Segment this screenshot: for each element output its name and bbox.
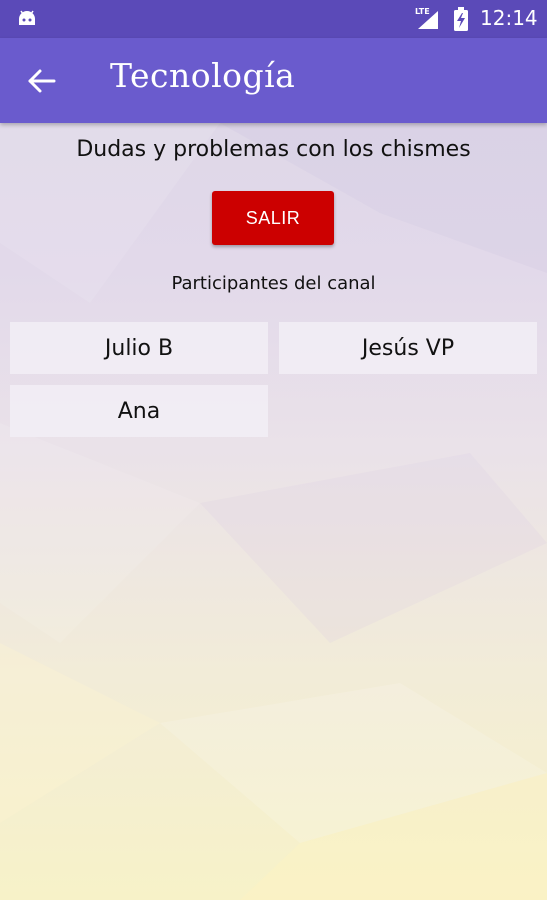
participant-item[interactable]: Julio B [10,322,268,374]
channel-description: Dudas y problemas con los chismes [76,137,471,162]
participant-item[interactable]: Jesús VP [279,322,537,374]
battery-charging-icon [454,7,468,31]
status-time: 12:14 [480,6,538,30]
participant-item[interactable]: Ana [10,385,268,437]
status-bar: LTE 12:14 [0,0,547,38]
arrow-back-icon [28,69,56,93]
back-button[interactable] [18,58,64,104]
app-bar: Tecnología [0,38,547,123]
page-title: Tecnología [110,56,296,95]
participants-heading: Participantes del canal [171,273,376,294]
channel-content: Dudas y problemas con los chismes SALIR … [0,123,547,900]
exit-button[interactable]: SALIR [212,191,334,245]
signal-icon [418,11,438,29]
android-icon [19,10,35,25]
